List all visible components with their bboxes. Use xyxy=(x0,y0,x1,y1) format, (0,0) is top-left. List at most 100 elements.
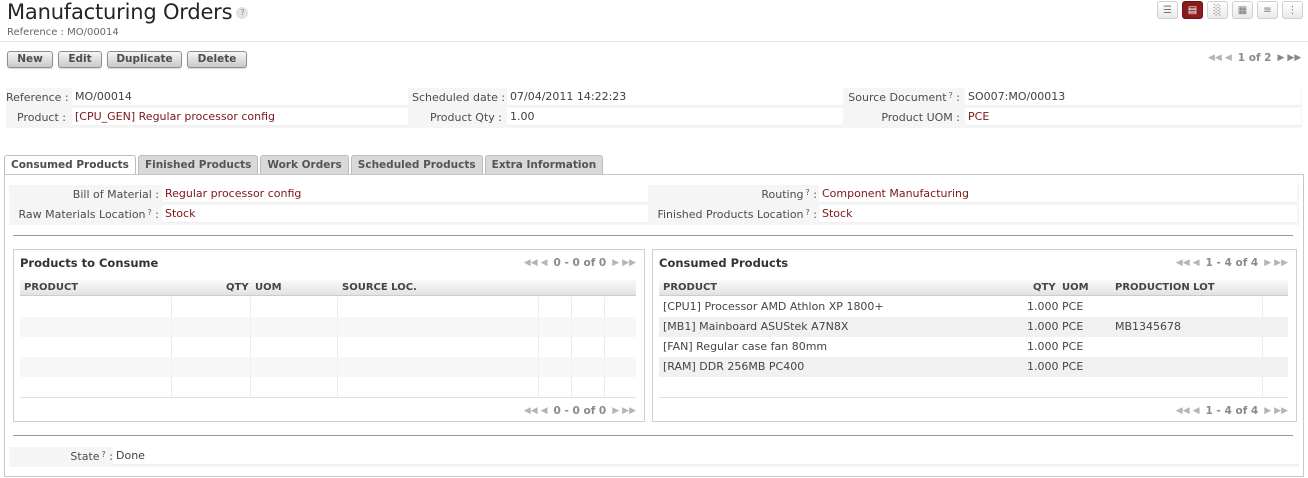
state-field: Done xyxy=(113,447,1299,465)
last-record-icon[interactable]: ▶▶ xyxy=(1287,53,1301,63)
source-document-field[interactable]: SO007:MO/00013 xyxy=(965,88,1301,106)
tab-extra-information[interactable]: Extra Information xyxy=(484,155,604,174)
cell-product: [FAN] Regular case fan 80mm xyxy=(663,340,828,353)
last-page-icon[interactable]: ▶▶ xyxy=(622,406,636,416)
last-page-icon[interactable]: ▶▶ xyxy=(622,258,636,268)
reference-subtitle: Reference : MO/00014 xyxy=(7,27,119,38)
consumed-pager-bottom-text: 1 - 4 of 4 xyxy=(1205,405,1259,417)
first-page-icon[interactable]: ◀◀ xyxy=(524,406,538,416)
cell-product: [RAM] DDR 256MB PC400 xyxy=(663,360,805,373)
view-switcher: ☰ ▤ ░ ▦ ≡ ⋮ xyxy=(1157,1,1303,19)
raw-location-field[interactable]: Stock xyxy=(162,205,648,223)
cell-uom: PCE xyxy=(1062,300,1084,313)
help-icon[interactable]: ? xyxy=(806,188,810,197)
cell-product: [MB1] Mainboard ASUStek A7N8X xyxy=(663,320,849,333)
cell-product: [CPU1] Processor AMD Athlon XP 1800+ xyxy=(663,300,884,313)
prev-page-icon[interactable]: ◀ xyxy=(1193,406,1200,416)
product-uom-field[interactable]: PCE xyxy=(965,108,1301,126)
cell-lot: MB1345678 xyxy=(1115,320,1182,333)
help-icon[interactable]: ? xyxy=(236,7,249,19)
tab-consumed-products[interactable]: Consumed Products xyxy=(4,155,136,175)
state-label-text: State xyxy=(70,450,100,463)
product-uom-label: Product UOM : xyxy=(881,111,960,124)
delete-button[interactable]: Delete xyxy=(187,51,247,68)
edit-button[interactable]: Edit xyxy=(58,51,102,68)
next-page-icon[interactable]: ▶ xyxy=(612,258,619,268)
col-qty[interactable]: QTY xyxy=(1033,282,1056,293)
help-icon[interactable]: ? xyxy=(949,91,953,100)
table-row[interactable]: [CPU1] Processor AMD Athlon XP 1800+ 1.0… xyxy=(659,297,1288,317)
empty-row xyxy=(20,357,636,377)
col-production-lot[interactable]: PRODUCTION LOT xyxy=(1115,282,1215,293)
col-product[interactable]: PRODUCT xyxy=(663,282,717,293)
col-source-loc[interactable]: SOURCE LOC. xyxy=(342,282,417,293)
col-product[interactable]: PRODUCT xyxy=(24,282,78,293)
col-qty[interactable]: QTY xyxy=(226,282,249,293)
gantt-view-icon[interactable]: ≡ xyxy=(1257,1,1278,19)
routing-field[interactable]: Component Manufacturing xyxy=(819,185,1297,203)
page-title: Manufacturing Orders? xyxy=(7,0,249,24)
prev-page-icon[interactable]: ◀ xyxy=(541,406,548,416)
col-uom[interactable]: UOM xyxy=(255,282,282,293)
prev-record-icon[interactable]: ◀ xyxy=(1225,53,1232,63)
products-to-consume-title: Products to Consume xyxy=(20,256,159,270)
prev-page-icon[interactable]: ◀ xyxy=(541,258,548,268)
first-page-icon[interactable]: ◀◀ xyxy=(1176,406,1190,416)
cell-qty: 1.000 xyxy=(1027,360,1059,373)
source-document-label: Source Document? : xyxy=(846,91,960,104)
product-field[interactable]: [CPU_GEN] Regular processor config xyxy=(72,108,408,126)
duplicate-button[interactable]: Duplicate xyxy=(107,51,182,68)
finished-location-field[interactable]: Stock xyxy=(819,205,1297,223)
next-page-icon[interactable]: ▶ xyxy=(1264,258,1271,268)
form-view-icon[interactable]: ▤ xyxy=(1182,1,1203,19)
empty-row xyxy=(20,337,636,357)
calendar-view-icon[interactable]: ▦ xyxy=(1232,1,1253,19)
next-record-icon[interactable]: ▶ xyxy=(1277,53,1284,63)
table-row[interactable]: [RAM] DDR 256MB PC400 1.000 PCE xyxy=(659,357,1288,377)
prev-page-icon[interactable]: ◀ xyxy=(1193,258,1200,268)
last-page-icon[interactable]: ▶▶ xyxy=(1274,258,1288,268)
first-page-icon[interactable]: ◀◀ xyxy=(1176,258,1190,268)
tab-scheduled-products[interactable]: Scheduled Products xyxy=(350,155,483,174)
product-qty-field[interactable]: 1.00 xyxy=(507,108,843,126)
cell-qty: 1.000 xyxy=(1027,300,1059,313)
reference-field[interactable]: MO/00014 xyxy=(72,88,408,106)
next-page-icon[interactable]: ▶ xyxy=(1264,406,1271,416)
first-record-icon[interactable]: ◀◀ xyxy=(1208,53,1222,63)
reference-label: Reference : xyxy=(6,91,69,104)
help-icon[interactable]: ? xyxy=(148,208,152,217)
product-qty-label: Product Qty : xyxy=(430,111,502,124)
tab-finished-products[interactable]: Finished Products xyxy=(137,155,259,174)
new-button[interactable]: New xyxy=(7,51,53,68)
help-icon[interactable]: ? xyxy=(102,450,106,459)
list-view-icon[interactable]: ☰ xyxy=(1157,1,1178,19)
graph-view-icon[interactable]: ░ xyxy=(1207,1,1228,19)
colon: : xyxy=(813,208,817,221)
page-title-text: Manufacturing Orders xyxy=(7,0,233,24)
next-page-icon[interactable]: ▶ xyxy=(612,406,619,416)
last-page-icon[interactable]: ▶▶ xyxy=(1274,406,1288,416)
grid-footer-line xyxy=(659,397,1288,398)
bom-field[interactable]: Regular processor config xyxy=(162,185,648,203)
help-icon[interactable]: ? xyxy=(806,208,810,217)
consumed-pager-bottom: ◀◀ ◀ 1 - 4 of 4 ▶ ▶▶ xyxy=(1176,405,1288,417)
tab-work-orders[interactable]: Work Orders xyxy=(260,155,349,174)
record-pager-text: 1 of 2 xyxy=(1237,52,1272,64)
routing-label: Routing? : xyxy=(651,188,817,201)
raw-location-label: Raw Materials Location? : xyxy=(9,208,159,221)
colon: : xyxy=(155,208,159,221)
col-uom[interactable]: UOM xyxy=(1062,282,1089,293)
scheduled-date-field[interactable]: 07/04/2011 14:22:23 xyxy=(507,88,843,106)
cell-uom: PCE xyxy=(1062,360,1084,373)
products-to-consume-grid: Products to Consume ◀◀ ◀ 0 - 0 of 0 ▶ ▶▶… xyxy=(13,249,645,422)
colon: : xyxy=(813,188,817,201)
kanban-view-icon[interactable]: ⋮ xyxy=(1282,1,1303,19)
section-separator xyxy=(13,435,1293,436)
first-page-icon[interactable]: ◀◀ xyxy=(524,258,538,268)
consumed-pager-text: 1 - 4 of 4 xyxy=(1205,257,1259,269)
consumed-pager: ◀◀ ◀ 1 - 4 of 4 ▶ ▶▶ xyxy=(1176,257,1288,269)
bom-label: Bill of Material : xyxy=(72,188,159,201)
table-row[interactable]: [FAN] Regular case fan 80mm 1.000 PCE xyxy=(659,337,1288,357)
grid-header: PRODUCT QTY UOM SOURCE LOC. xyxy=(20,280,636,296)
table-row[interactable]: [MB1] Mainboard ASUStek A7N8X 1.000 PCE … xyxy=(659,317,1288,337)
